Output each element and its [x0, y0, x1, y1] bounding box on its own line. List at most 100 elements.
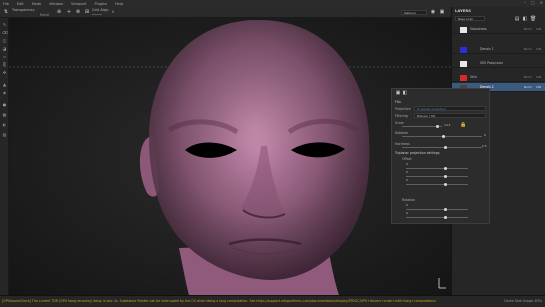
layer-row[interactable]: Skin Norm 100	[452, 73, 545, 82]
layer-opacity[interactable]: 100	[536, 85, 541, 89]
offset-y-knob[interactable]	[444, 175, 447, 178]
material-select[interactable]: Material	[401, 10, 427, 15]
add-fill-icon[interactable]: ◧	[522, 16, 528, 22]
menu-mode[interactable]: Mode	[32, 2, 42, 6]
projection-select[interactable]: Tri-planar projection	[414, 106, 486, 111]
menu-plugins[interactable]: Plugins	[94, 2, 107, 6]
rotation2-label: Rotation	[402, 198, 416, 202]
offset-label: Offset	[402, 157, 412, 161]
menu-bar: File Edit Mode Window Viewport Plugins H…	[0, 0, 545, 7]
layer-row[interactable]: Decals 1 Norm 100	[452, 45, 545, 54]
scale-value[interactable]: 14.5	[444, 123, 450, 127]
layer-name: Skin	[470, 75, 477, 79]
symmetry-icon[interactable]: ⊗	[75, 9, 81, 15]
material-tab-icon[interactable]: ◧	[402, 90, 408, 96]
3d-viewport[interactable]	[9, 18, 451, 295]
hardness-value[interactable]: 0.5	[482, 144, 487, 148]
projection-label: Rotat	[40, 13, 50, 17]
properties-tab-icon[interactable]: ▣	[395, 90, 401, 96]
hardness-label: Hardness	[395, 142, 410, 146]
maximize-icon[interactable]: □	[531, 0, 535, 5]
smudge-icon[interactable]: ≈	[2, 54, 7, 59]
layer-thumbnail	[460, 60, 467, 67]
gpu-warning-message: [GPUIssuesCheck] The current TDR (GPU ha…	[2, 299, 436, 303]
menu-window[interactable]: Window	[49, 2, 63, 6]
layer-opacity[interactable]: 100	[536, 27, 541, 31]
fill-properties-panel: ▣ ◧ FILL Projection Tri-planar projectio…	[391, 88, 490, 224]
cache-usage-text: Cache Disk Usage: 83%	[504, 299, 542, 303]
offset-x-slider[interactable]	[406, 168, 468, 169]
layer-name: SSS Pass/color	[480, 61, 504, 65]
clone-icon[interactable]: ⎘	[2, 62, 7, 67]
mirror-icon[interactable]: ⊕	[56, 9, 62, 15]
offset-y-value: 0	[406, 170, 408, 174]
menu-edit[interactable]: Edit	[17, 2, 24, 6]
menu-help[interactable]: Help	[115, 2, 123, 6]
filtering-select[interactable]: Bilinear | HQ	[414, 113, 486, 118]
rotation-x-knob[interactable]	[444, 208, 447, 211]
layer-blend[interactable]: Norm	[524, 27, 532, 31]
eraser-icon[interactable]: ⌫	[2, 30, 8, 35]
display-settings-icon[interactable]: ▦	[2, 112, 7, 117]
layer-blend[interactable]: Norm	[524, 47, 532, 51]
layer-blend[interactable]: Norm	[524, 85, 532, 89]
lock-icon[interactable]: ⊞	[84, 9, 90, 15]
offset-x-value: 0	[406, 162, 408, 166]
rotation-value[interactable]: 0	[484, 133, 486, 137]
rotation-label: Rotation	[395, 131, 409, 135]
layer-name: Decals 1	[480, 47, 494, 51]
projection-label: Projection	[395, 107, 411, 111]
hardness-slider[interactable]	[402, 147, 482, 148]
menu-viewport[interactable]: Viewport	[71, 2, 86, 6]
triplanar-settings-header[interactable]: Triplanar projection settings	[395, 151, 439, 155]
window-controls: – □ ✕	[524, 0, 543, 5]
close-icon[interactable]: ✕	[540, 0, 543, 5]
texture-set-icon[interactable]: ▧	[2, 132, 7, 137]
offset-y-slider[interactable]	[406, 176, 468, 177]
add-icon[interactable]: +	[66, 9, 72, 15]
rotation-y-knob[interactable]	[444, 216, 447, 219]
geometry-fill-icon[interactable]: ◪	[2, 46, 7, 51]
status-bar: [GPUIssuesCheck] The current TDR (GPU ha…	[0, 295, 545, 307]
offset-z-slider[interactable]	[406, 184, 468, 185]
layer-row[interactable]: Glossiness Norm 100	[452, 25, 545, 34]
hardness-slider-knob[interactable]	[444, 146, 447, 149]
layer-thumbnail	[460, 26, 467, 33]
offset-x-knob[interactable]	[444, 167, 447, 170]
add-layer-icon[interactable]: ▤	[514, 16, 520, 22]
offset-z-knob[interactable]	[444, 183, 447, 186]
screenshot-icon[interactable]: ▣	[439, 9, 445, 15]
picker-icon[interactable]: ✥	[2, 70, 7, 75]
layer-opacity[interactable]: 100	[536, 75, 541, 79]
projection-icon[interactable]: ◫	[2, 38, 7, 43]
layer-opacity[interactable]: 100	[536, 47, 541, 51]
tool-sidebar: ✎ ⌫ ◫ ◪ ≈ ⎘ ✥ ▲ ◈ ● ▦ ◐ ▧	[0, 18, 9, 295]
minimize-icon[interactable]: –	[524, 0, 526, 5]
paint-brush-icon[interactable]: ✎	[2, 22, 7, 27]
layer-name: Glossiness	[470, 27, 487, 31]
camera-icon[interactable]: ◉	[430, 9, 436, 15]
scale-lock-icon[interactable]: 🔒	[460, 122, 466, 128]
channel-select[interactable]: Base Color	[455, 16, 485, 21]
shader-settings-icon[interactable]: ◐	[2, 122, 7, 127]
layer-row[interactable]: SSS Pass/color	[452, 59, 545, 68]
rotation-x-value: 0	[406, 203, 408, 207]
polygon-fill-icon[interactable]: ▲	[2, 82, 7, 87]
delete-layer-icon[interactable]: 🗑	[530, 16, 536, 22]
layer-blend[interactable]: Norm	[524, 75, 532, 79]
bake-icon[interactable]: ◈	[2, 90, 7, 95]
material-icon[interactable]: ●	[2, 102, 7, 107]
rotation-y-slider[interactable]	[406, 217, 468, 218]
menu-file[interactable]: File	[3, 2, 9, 6]
context-toolbar: ⇅ Transparency Rotat ⊕ + ⊗ ⊞ Grid Align …	[0, 7, 451, 18]
mode-label: Transparency	[12, 8, 35, 12]
rotation-x-slider[interactable]	[406, 209, 468, 210]
rotation-slider-knob[interactable]	[442, 135, 445, 138]
tool-options-icon[interactable]: ⇅	[3, 9, 9, 15]
scale-slider-knob[interactable]	[436, 125, 439, 128]
grid-align-slider[interactable]	[92, 14, 102, 15]
offset-z-value: 0	[406, 178, 408, 182]
filtering-label: Filtering	[395, 114, 408, 118]
scale-label: Scale	[395, 121, 404, 125]
zoom-value: 0	[112, 10, 115, 14]
